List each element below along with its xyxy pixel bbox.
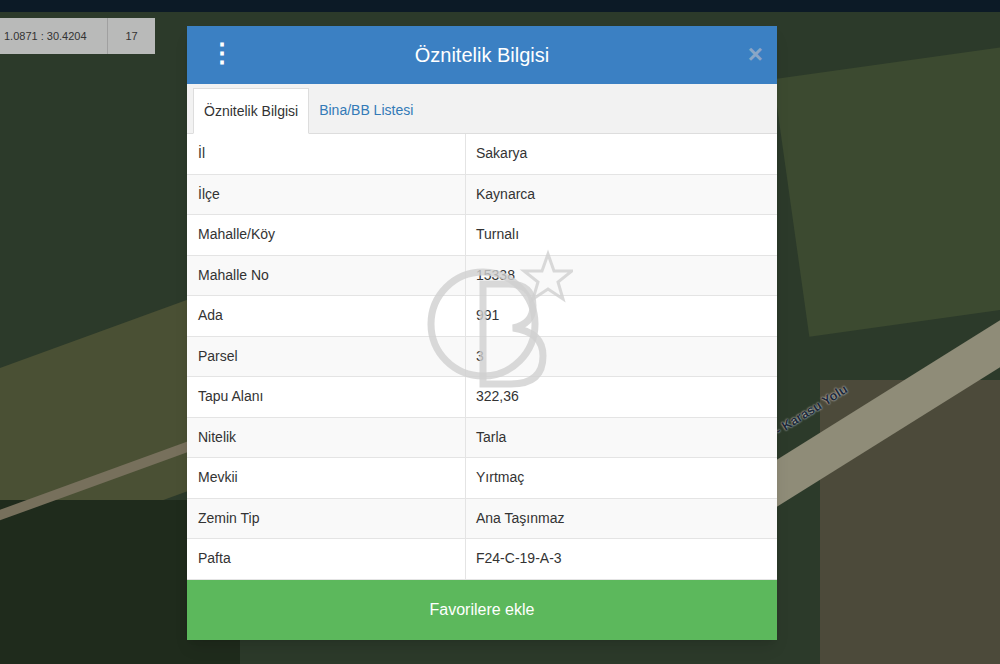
row-value: 322,36 [466, 377, 777, 417]
table-row: Mahalle/KöyTurnalı [187, 215, 777, 256]
map-page: 1.0871 : 30.420417- Karasu Yolu⋮Özniteli… [0, 0, 1000, 664]
row-value: Sakarya [466, 134, 777, 174]
close-icon[interactable]: × [748, 40, 763, 68]
row-label: İl [187, 134, 466, 174]
row-value: 3 [466, 337, 777, 377]
row-value: 15338 [466, 256, 777, 296]
tab[interactable]: Öznitelik Bilgisi [193, 88, 309, 134]
table-row: Parsel3 [187, 337, 777, 378]
attribute-table: İlSakaryaİlçeKaynarcaMahalle/KöyTurnalıM… [187, 134, 777, 580]
table-row: PaftaF24-C-19-A-3 [187, 539, 777, 580]
row-label: Zemin Tip [187, 499, 466, 539]
row-value: Ana Taşınmaz [466, 499, 777, 539]
row-label: Mahalle/Köy [187, 215, 466, 255]
table-row: İlçeKaynarca [187, 175, 777, 216]
watermark-logo-icon [423, 244, 573, 414]
row-value: Kaynarca [466, 175, 777, 215]
row-value: F24-C-19-A-3 [466, 539, 777, 579]
row-label: Mevkii [187, 458, 466, 498]
row-value: Yırtmaç [466, 458, 777, 498]
table-row: Zemin TipAna Taşınmaz [187, 499, 777, 540]
row-label: Parsel [187, 337, 466, 377]
table-row: Tapu Alanı322,36 [187, 377, 777, 418]
tab-bar: Öznitelik BilgisiBina/BB Listesi [187, 84, 777, 134]
favorite-button[interactable]: Favorilere ekle [187, 580, 777, 640]
row-value: 991 [466, 296, 777, 336]
row-label: Pafta [187, 539, 466, 579]
dialog-title: Öznitelik Bilgisi [415, 40, 549, 70]
row-value: Tarla [466, 418, 777, 458]
menu-icon[interactable]: ⋮ [209, 38, 235, 68]
dialog-header: ⋮ Öznitelik Bilgisi × [187, 26, 777, 84]
table-row: Mahalle No15338 [187, 256, 777, 297]
attribute-dialog: ⋮Öznitelik Bilgisi×Öznitelik BilgisiBina… [187, 26, 777, 640]
row-label: Tapu Alanı [187, 377, 466, 417]
zoom-text: 17 [108, 28, 155, 45]
row-label: İlçe [187, 175, 466, 215]
table-row: NitelikTarla [187, 418, 777, 459]
row-label: Mahalle No [187, 256, 466, 296]
table-row: MevkiiYırtmaç [187, 458, 777, 499]
row-value: Turnalı [466, 215, 777, 255]
table-row: Ada991 [187, 296, 777, 337]
tab[interactable]: Bina/BB Listesi [309, 87, 423, 133]
row-label: Nitelik [187, 418, 466, 458]
row-label: Ada [187, 296, 466, 336]
table-row: İlSakarya [187, 134, 777, 175]
coordinates-text: 1.0871 : 30.4204 [0, 18, 108, 54]
coordinate-box: 1.0871 : 30.420417 [0, 18, 155, 54]
